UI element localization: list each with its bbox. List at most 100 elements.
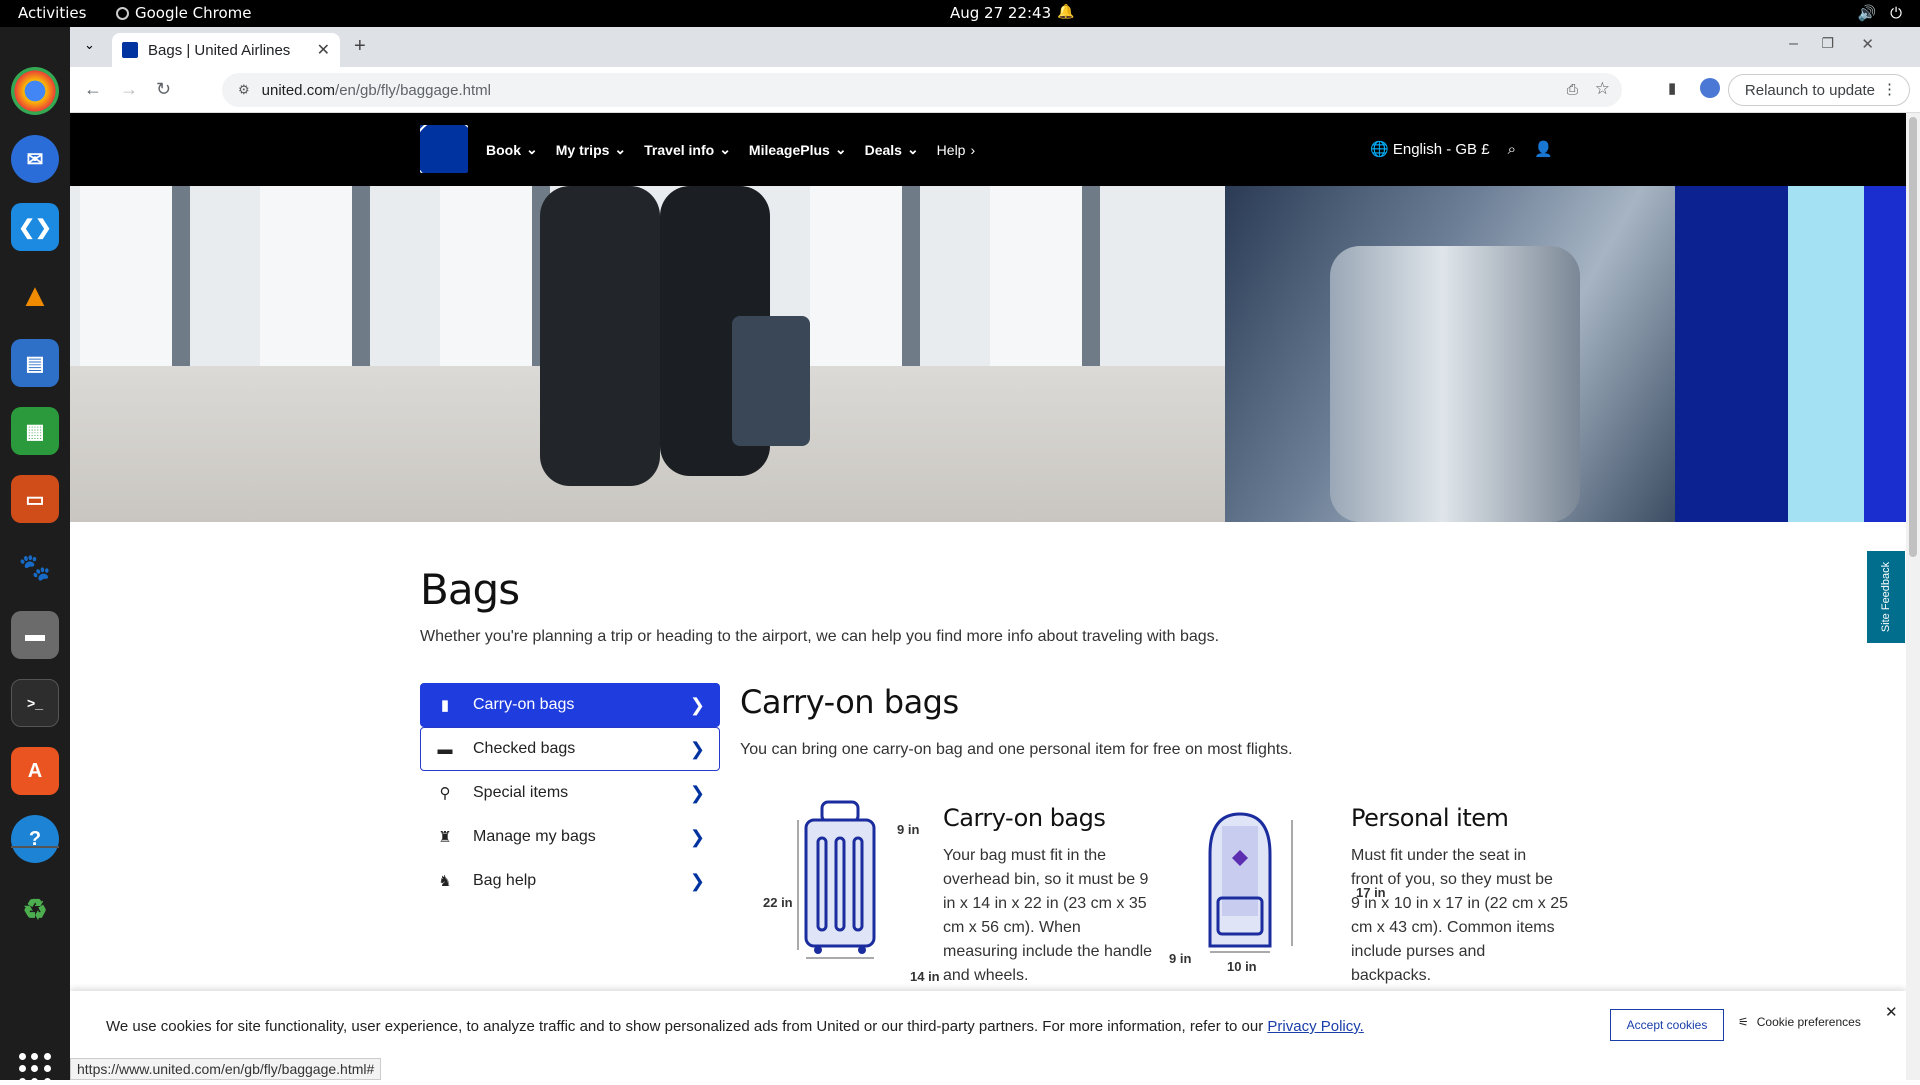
search-icon[interactable]: ⌕ — [1508, 141, 1516, 158]
sidebar-item-special[interactable]: ⚲ Special items ❯ — [420, 771, 720, 815]
backpack-illustration — [1208, 812, 1293, 953]
sidebar-item-carry-on[interactable]: ▮ Carry-on bags ❯ — [420, 683, 720, 727]
profile-avatar[interactable] — [1700, 78, 1720, 98]
carry-on-width-label: 14 in — [910, 969, 940, 984]
site-feedback-label: Site Feedback — [1880, 561, 1893, 633]
restore-icon[interactable]: ❐ — [1821, 35, 1834, 52]
dock-separator — [11, 846, 59, 848]
bookmark-star-icon[interactable]: ☆ — [1595, 79, 1610, 99]
carry-on-text-line: Your bag must fit in the — [943, 847, 1107, 864]
carry-on-text-line: and wheels. — [943, 967, 1029, 984]
hero-window — [80, 186, 190, 371]
cookie-preferences-button[interactable]: ⚟ Cookie preferences — [1738, 1015, 1861, 1029]
url-path: /en/gb/fly/baggage.html — [335, 81, 491, 99]
sidebar-item-label: Manage my bags — [473, 828, 596, 845]
writer-icon[interactable]: ▤ — [11, 339, 59, 387]
status-url: https://www.united.com/en/gb/fly/baggage… — [70, 1058, 382, 1080]
relaunch-label: Relaunch to update — [1744, 81, 1875, 99]
chevron-down-icon: ⌄ — [526, 141, 538, 157]
personal-text-line: 9 in x 10 in x 17 in (22 cm x 25 — [1351, 895, 1568, 912]
app-name: Google Chrome — [135, 4, 252, 22]
hero-traveler — [540, 186, 660, 486]
system-top-bar: Activities Google Chrome Aug 27 22:43 🔔 … — [0, 0, 1920, 27]
nav-mileageplus[interactable]: MileagePlus ⌄ — [749, 141, 847, 158]
sidebar-item-label: Checked bags — [473, 740, 576, 757]
carry-on-text-line: overhead bin, so it must be 9 — [943, 871, 1149, 888]
side-panel-icon[interactable]: ▮ — [1668, 79, 1676, 97]
hero-window — [990, 186, 1100, 371]
install-icon[interactable]: ⎙ — [1567, 81, 1578, 98]
forward-icon[interactable]: → — [120, 79, 138, 100]
suitcase-icon: ▮ — [440, 697, 450, 714]
close-window-icon[interactable]: ✕ — [1861, 35, 1874, 53]
hero-band — [1864, 186, 1906, 522]
header-utilities: 🌐 English - GB £ ⌕ 👤 — [1370, 140, 1553, 159]
hero-image — [70, 186, 1906, 522]
minimize-icon[interactable]: – — [1789, 35, 1798, 53]
section-subtitle: You can bring one carry-on bag and one p… — [740, 741, 1293, 758]
nav-travel-info[interactable]: Travel info ⌄ — [644, 141, 731, 158]
page-scrollbar[interactable] — [1906, 113, 1920, 1080]
close-icon[interactable]: ✕ — [1885, 1003, 1898, 1021]
globe-icon: 🌐 — [1370, 141, 1389, 158]
new-tab-icon[interactable]: + — [354, 35, 366, 58]
chevron-right-icon: ❯ — [689, 694, 705, 715]
language-selector[interactable]: 🌐 English - GB £ — [1370, 140, 1490, 158]
sidebar-item-help[interactable]: ♞ Bag help ❯ — [420, 859, 720, 903]
thunderbird-icon[interactable]: ✉ — [11, 135, 59, 183]
clock[interactable]: Aug 27 22:43 — [950, 4, 1051, 22]
system-tray[interactable]: 🔊 ⏻ — [1857, 4, 1902, 22]
reload-icon[interactable]: ↻ — [156, 79, 171, 100]
address-bar[interactable]: ⚙ united.com/en/gb/fly/baggage.html ⎙ ☆ — [222, 73, 1622, 107]
app-center-icon[interactable]: A — [11, 747, 59, 795]
scrollbar-thumb[interactable] — [1909, 117, 1917, 557]
nav-book[interactable]: Book ⌄ — [486, 141, 538, 158]
files-icon[interactable]: ▬ — [11, 611, 59, 659]
volume-icon: 🔊 — [1857, 4, 1877, 22]
hero-window — [260, 186, 370, 371]
nav-help-label: Help — [936, 141, 966, 158]
impress-icon[interactable]: ▭ — [11, 475, 59, 523]
nav-help[interactable]: Help › — [937, 141, 975, 158]
nav-my-trips-label: My trips — [555, 141, 610, 158]
site-info-icon[interactable]: ⚙ — [238, 82, 250, 98]
hero-window — [810, 186, 920, 371]
terminal-icon[interactable]: >_ — [11, 679, 59, 727]
chrome-dock-icon[interactable] — [11, 67, 59, 115]
tab-search-icon[interactable]: ⌄ — [84, 37, 95, 53]
relaunch-button[interactable]: Relaunch to update — [1727, 74, 1910, 106]
cookie-text: We use cookies for site functionality, u… — [106, 1018, 1364, 1035]
trash-icon[interactable]: ♻ — [11, 885, 59, 933]
account-icon[interactable]: 👤 — [1534, 140, 1553, 158]
accept-cookies-button[interactable]: Accept cookies — [1610, 1009, 1724, 1041]
personal-depth-label: 9 in — [1169, 951, 1192, 966]
nav-deals-label: Deals — [864, 141, 902, 158]
sidebar-item-checked[interactable]: ▬ Checked bags ❯ — [420, 727, 720, 771]
chevron-right-icon: ❯ — [689, 826, 705, 847]
url-host: united.com — [261, 81, 336, 99]
carry-on-height-label: 22 in — [763, 895, 793, 910]
show-apps-icon[interactable] — [19, 1053, 51, 1085]
nav-my-trips[interactable]: My trips ⌄ — [556, 141, 626, 158]
personal-text-line: include purses and — [1351, 943, 1486, 960]
back-icon[interactable]: ← — [84, 79, 102, 100]
close-tab-icon[interactable]: ✕ — [317, 40, 330, 60]
hero-suitcase — [732, 316, 810, 446]
gimp-icon[interactable]: 🐾 — [11, 543, 59, 591]
vscode-icon[interactable]: ❮❯ — [11, 203, 59, 251]
sidebar-item-manage[interactable]: ♜ Manage my bags ❯ — [420, 815, 720, 859]
united-logo[interactable] — [420, 125, 468, 173]
activities-button[interactable]: Activities — [18, 4, 86, 22]
tab-bags[interactable]: Bags | United Airlines ✕ — [112, 33, 340, 67]
vlc-icon[interactable]: ▲ — [11, 271, 59, 319]
hero-band — [1675, 186, 1788, 522]
nav-deals[interactable]: Deals ⌄ — [865, 141, 919, 158]
site-feedback-tab[interactable]: Site Feedback — [1867, 551, 1905, 643]
help-icon[interactable]: ? — [11, 815, 59, 863]
privacy-policy-link[interactable]: Privacy Policy. — [1267, 1018, 1363, 1035]
main-nav: Book ⌄ My trips ⌄ Travel info ⌄ MileagePlus… — [486, 141, 975, 158]
nav-book-label: Book — [486, 141, 521, 158]
app-menu[interactable]: Google Chrome — [116, 4, 252, 22]
calc-icon[interactable]: ▦ — [11, 407, 59, 455]
status-url-text: https://www.united.com/en/gb/fly/baggage… — [77, 1061, 375, 1077]
